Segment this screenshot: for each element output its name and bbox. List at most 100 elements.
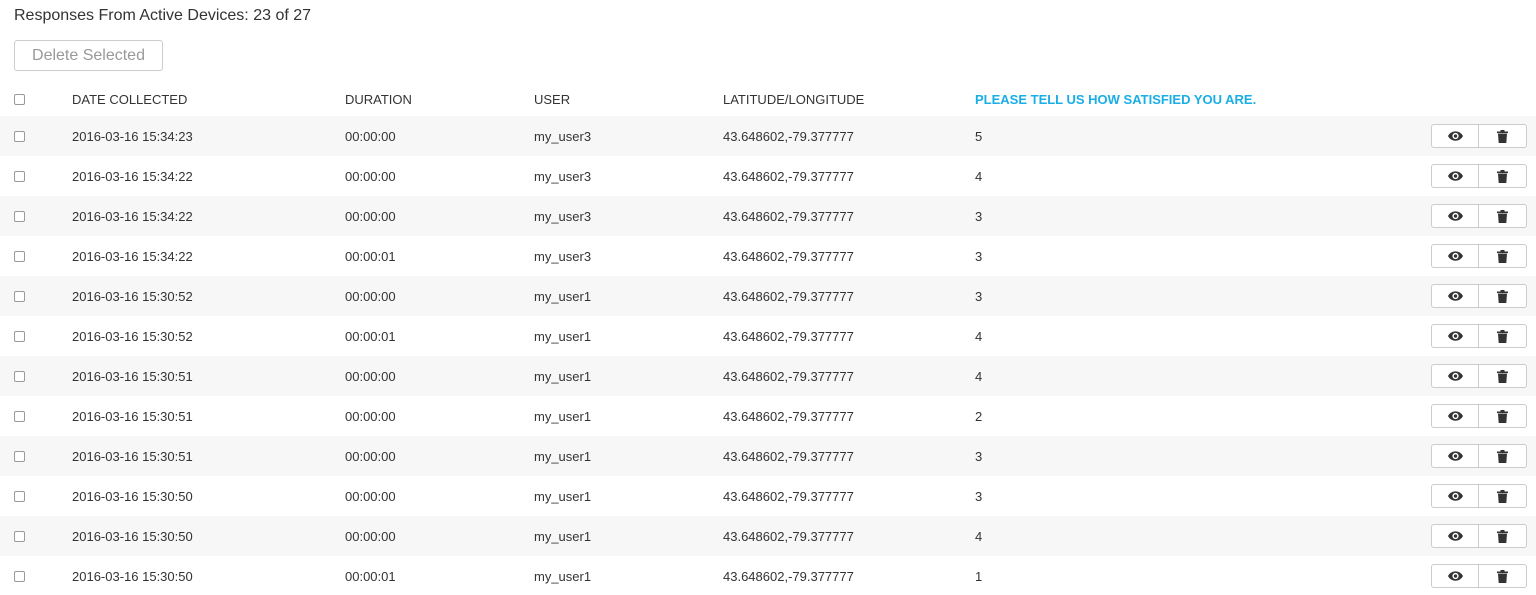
row-actions [1431, 404, 1527, 428]
cell-lat-long: 43.648602,-79.377777 [723, 248, 854, 264]
table-row: 2016-03-16 15:30:52 00:00:01 my_user1 43.64… [0, 316, 1536, 356]
cell-user: my_user1 [534, 528, 592, 544]
eye-icon [1447, 291, 1463, 301]
row-select-checkbox[interactable] [14, 130, 25, 142]
cell-duration: 00:00:01 [345, 248, 396, 264]
cell-duration: 00:00:00 [345, 408, 396, 424]
eye-icon [1447, 211, 1463, 221]
view-response-button[interactable] [1431, 284, 1479, 308]
cell-satisfaction-answer: 4 [975, 168, 983, 184]
view-response-button[interactable] [1431, 124, 1479, 148]
cell-lat-long: 43.648602,-79.377777 [723, 128, 854, 144]
delete-response-button[interactable] [1479, 244, 1527, 268]
cell-duration: 00:00:00 [345, 488, 396, 504]
table-row: 2016-03-16 15:30:51 00:00:00 my_user1 43.64… [0, 436, 1536, 476]
cell-duration: 00:00:00 [345, 128, 396, 144]
row-actions [1431, 484, 1527, 508]
cell-date-collected: 2016-03-16 15:34:23 [72, 128, 193, 144]
row-select-checkbox[interactable] [14, 210, 25, 222]
row-actions [1431, 284, 1527, 308]
cell-duration: 00:00:01 [345, 328, 396, 344]
row-select-checkbox[interactable] [14, 370, 25, 382]
eye-icon [1447, 251, 1463, 261]
trash-icon [1497, 569, 1508, 583]
delete-response-button[interactable] [1479, 164, 1527, 188]
row-select-checkbox[interactable] [14, 290, 25, 302]
view-response-button[interactable] [1431, 324, 1479, 348]
cell-lat-long: 43.648602,-79.377777 [723, 448, 854, 464]
row-select-cell [14, 356, 25, 396]
row-select-cell [14, 156, 25, 196]
trash-icon [1497, 289, 1508, 303]
cell-user: my_user1 [534, 288, 592, 304]
row-select-checkbox[interactable] [14, 410, 25, 422]
cell-satisfaction-answer: 3 [975, 208, 983, 224]
row-actions [1431, 324, 1527, 348]
row-select-cell [14, 556, 25, 595]
eye-icon [1447, 171, 1463, 181]
cell-date-collected: 2016-03-16 15:30:50 [72, 568, 193, 584]
cell-date-collected: 2016-03-16 15:30:50 [72, 488, 193, 504]
table-row: 2016-03-16 15:30:51 00:00:00 my_user1 43.64… [0, 356, 1536, 396]
select-all-checkbox[interactable] [14, 93, 25, 105]
row-select-checkbox[interactable] [14, 570, 25, 582]
row-select-checkbox[interactable] [14, 170, 25, 182]
view-response-button[interactable] [1431, 244, 1479, 268]
row-select-checkbox[interactable] [14, 250, 25, 262]
row-select-checkbox[interactable] [14, 530, 25, 542]
header-lat-long[interactable]: LATITUDE/LONGITUDE [723, 82, 864, 116]
view-response-button[interactable] [1431, 564, 1479, 588]
view-response-button[interactable] [1431, 364, 1479, 388]
delete-response-button[interactable] [1479, 564, 1527, 588]
cell-lat-long: 43.648602,-79.377777 [723, 328, 854, 344]
cell-duration: 00:00:00 [345, 448, 396, 464]
delete-response-button[interactable] [1479, 204, 1527, 228]
row-actions [1431, 364, 1527, 388]
view-response-button[interactable] [1431, 524, 1479, 548]
view-response-button[interactable] [1431, 484, 1479, 508]
view-response-button[interactable] [1431, 444, 1479, 468]
cell-date-collected: 2016-03-16 15:30:51 [72, 368, 193, 384]
trash-icon [1497, 369, 1508, 383]
delete-response-button[interactable] [1479, 364, 1527, 388]
cell-lat-long: 43.648602,-79.377777 [723, 568, 854, 584]
delete-response-button[interactable] [1479, 284, 1527, 308]
view-response-button[interactable] [1431, 164, 1479, 188]
row-select-cell [14, 396, 25, 436]
header-question-satisfaction[interactable]: PLEASE TELL US HOW SATISFIED YOU ARE. [975, 82, 1256, 116]
row-select-checkbox[interactable] [14, 330, 25, 342]
row-select-checkbox[interactable] [14, 450, 25, 462]
delete-response-button[interactable] [1479, 124, 1527, 148]
cell-duration: 00:00:00 [345, 208, 396, 224]
cell-user: my_user1 [534, 488, 592, 504]
table-row: 2016-03-16 15:30:50 00:00:01 my_user1 43.64… [0, 556, 1536, 595]
cell-user: my_user1 [534, 328, 592, 344]
row-actions [1431, 564, 1527, 588]
row-select-cell [14, 236, 25, 276]
delete-response-button[interactable] [1479, 444, 1527, 468]
cell-user: my_user1 [534, 568, 592, 584]
delete-response-button[interactable] [1479, 524, 1527, 548]
header-duration[interactable]: DURATION [345, 82, 412, 116]
cell-satisfaction-answer: 3 [975, 288, 983, 304]
cell-satisfaction-answer: 5 [975, 128, 983, 144]
delete-response-button[interactable] [1479, 484, 1527, 508]
row-select-cell [14, 436, 25, 476]
view-response-button[interactable] [1431, 404, 1479, 428]
cell-date-collected: 2016-03-16 15:30:52 [72, 288, 193, 304]
cell-satisfaction-answer: 1 [975, 568, 983, 584]
view-response-button[interactable] [1431, 204, 1479, 228]
delete-response-button[interactable] [1479, 404, 1527, 428]
row-actions [1431, 444, 1527, 468]
cell-satisfaction-answer: 2 [975, 408, 983, 424]
cell-satisfaction-answer: 4 [975, 528, 983, 544]
eye-icon [1447, 571, 1463, 581]
delete-selected-button[interactable]: Delete Selected [14, 40, 163, 71]
cell-lat-long: 43.648602,-79.377777 [723, 168, 854, 184]
delete-response-button[interactable] [1479, 324, 1527, 348]
row-select-checkbox[interactable] [14, 490, 25, 502]
cell-date-collected: 2016-03-16 15:30:52 [72, 328, 193, 344]
header-date-collected[interactable]: DATE COLLECTED [72, 82, 187, 116]
header-user[interactable]: USER [534, 82, 570, 116]
trash-icon [1497, 529, 1508, 543]
